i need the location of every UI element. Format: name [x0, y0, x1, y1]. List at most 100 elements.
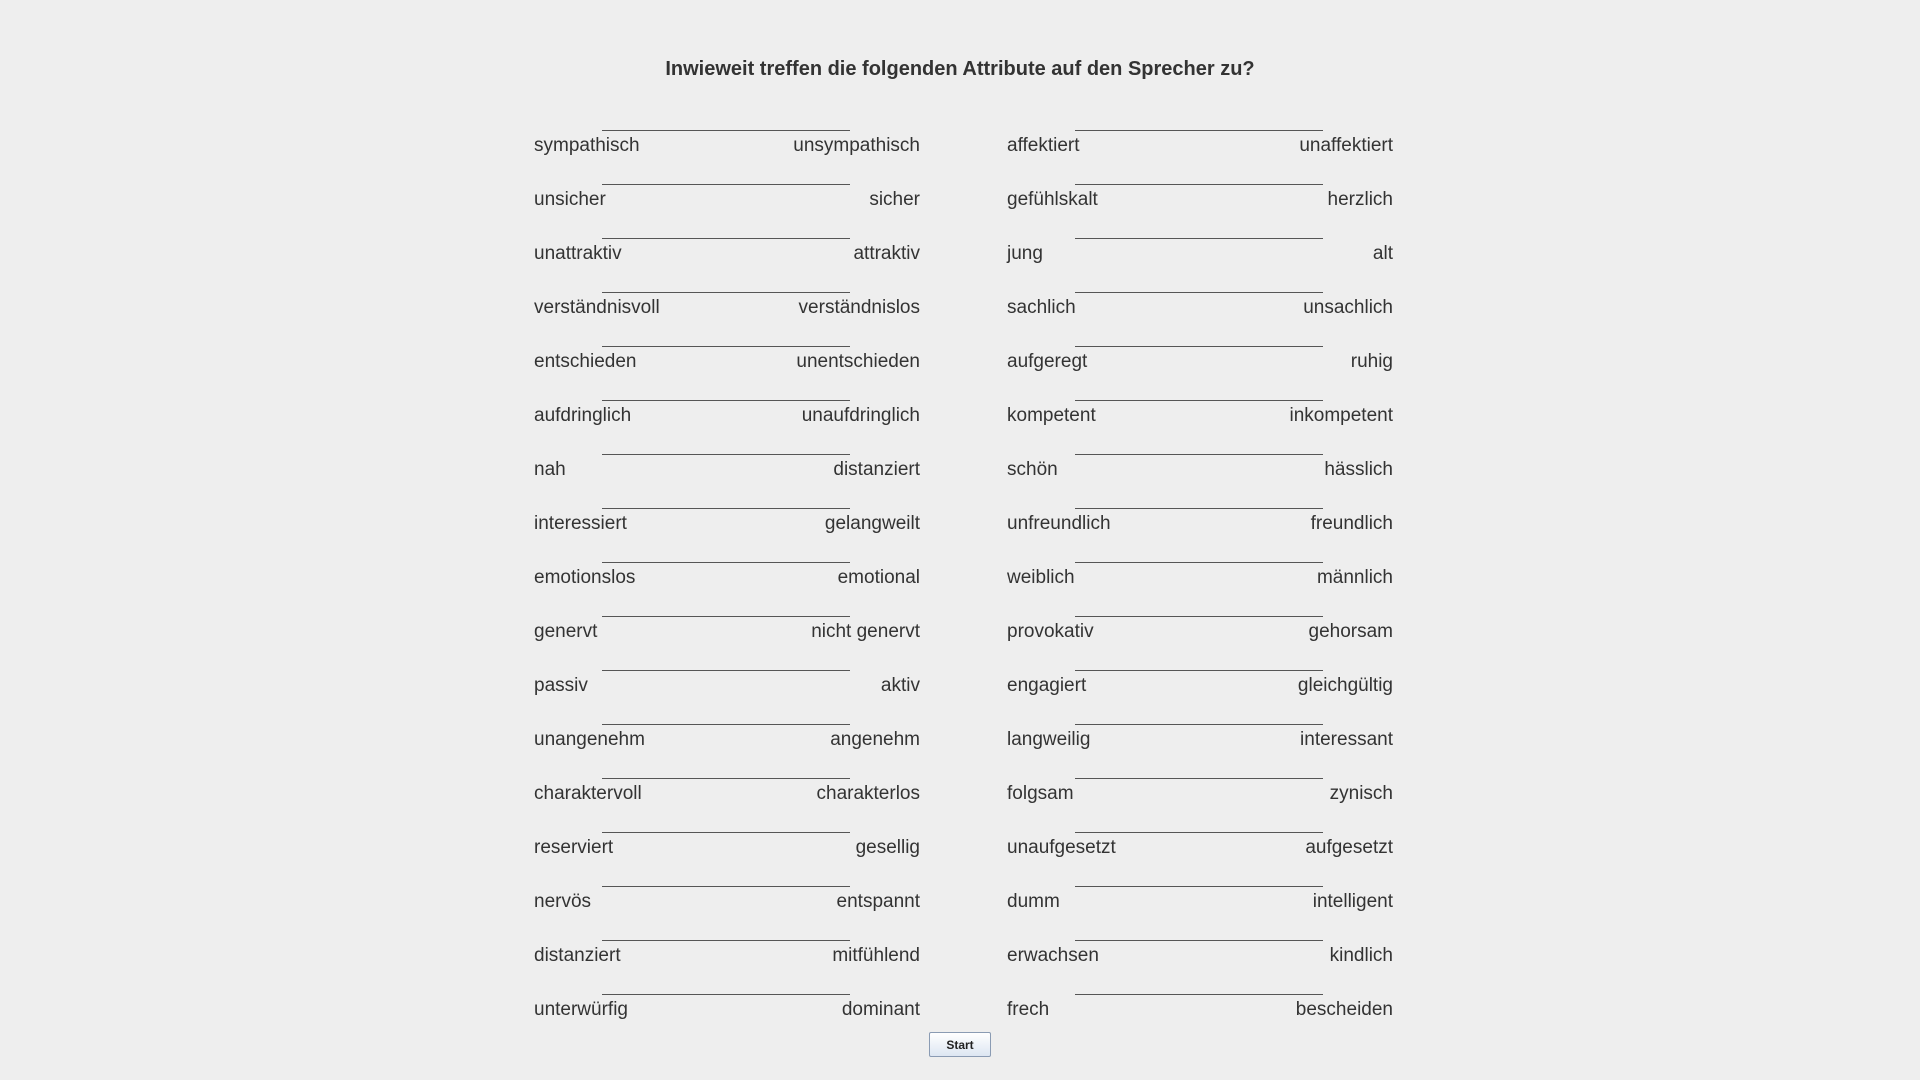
left-scale-row: nervös entspannt — [534, 886, 920, 926]
scale-left-label: folgsam — [1007, 783, 1074, 804]
left-scale-row: reserviert gesellig — [534, 832, 920, 872]
rating-scale-line[interactable] — [1075, 670, 1323, 671]
scale-right-label: verständnislos — [798, 297, 920, 318]
left-scale-row: distanziert mitfühlend — [534, 940, 920, 980]
right-scale-row: unaufgesetzt aufgesetzt — [1007, 832, 1393, 872]
rating-scale-line[interactable] — [1075, 508, 1323, 509]
scale-left-label: unterwürfig — [534, 999, 628, 1020]
rating-scale-line[interactable] — [1075, 616, 1323, 617]
scale-right-label: dominant — [841, 999, 920, 1020]
right-scale-row: folgsam zynisch — [1007, 778, 1393, 818]
scale-left-label: verständnisvoll — [534, 297, 660, 318]
rating-scale-line[interactable] — [602, 616, 850, 617]
rating-scale-line[interactable] — [602, 778, 850, 779]
scale-left-label: nah — [534, 459, 566, 480]
scale-right-label: sicher — [869, 189, 920, 210]
scale-right-label: unaffektiert — [1299, 135, 1393, 156]
scale-right-label: bescheiden — [1295, 999, 1393, 1020]
scale-right-label: interessant — [1300, 729, 1393, 750]
rating-scale-line[interactable] — [1075, 400, 1323, 401]
scale-left-label: dumm — [1007, 891, 1060, 912]
rating-scale-line[interactable] — [602, 940, 850, 941]
scale-left-label: gefühlskalt — [1007, 189, 1098, 210]
left-scale-row: aufdringlich unaufdringlich — [534, 400, 920, 440]
right-scale-row: dumm intelligent — [1007, 886, 1393, 926]
left-scale-row: entschieden unentschieden — [534, 346, 920, 386]
scale-right-label: charakterlos — [816, 783, 921, 804]
scale-left-label: unattraktiv — [534, 243, 622, 264]
scale-right-label: unaufdringlich — [801, 405, 920, 426]
scale-left-label: entschieden — [534, 351, 637, 372]
start-button[interactable]: Start — [929, 1032, 991, 1057]
left-scale-row: charaktervoll charakterlos — [534, 778, 920, 818]
scale-left-label: unsicher — [534, 189, 606, 210]
scale-left-label: kompetent — [1007, 405, 1096, 426]
rating-scale-line[interactable] — [1075, 940, 1323, 941]
rating-scale-line[interactable] — [602, 346, 850, 347]
scale-right-label: hässlich — [1324, 459, 1393, 480]
left-scale-row: unattraktiv attraktiv — [534, 238, 920, 278]
rating-scale-line[interactable] — [1075, 562, 1323, 563]
scale-left-label: aufdringlich — [534, 405, 632, 426]
rating-scale-line[interactable] — [1075, 994, 1323, 995]
rating-scale-line[interactable] — [602, 184, 850, 185]
rating-scale-line[interactable] — [602, 400, 850, 401]
scale-right-label: aufgesetzt — [1305, 837, 1393, 858]
rating-scale-line[interactable] — [1075, 346, 1323, 347]
rating-scale-line[interactable] — [602, 562, 850, 563]
questionnaire-window: Inwieweit treffen die folgenden Attribut… — [0, 0, 1920, 1080]
rating-scale-line[interactable] — [1075, 454, 1323, 455]
scale-left-label: erwachsen — [1007, 945, 1099, 966]
rating-scale-line[interactable] — [1075, 832, 1323, 833]
rating-scale-line[interactable] — [602, 994, 850, 995]
rating-scale-line[interactable] — [602, 886, 850, 887]
left-scale-row: interessiert gelangweilt — [534, 508, 920, 548]
right-scale-row: jung alt — [1007, 238, 1393, 278]
rating-scale-line[interactable] — [602, 238, 850, 239]
scale-left-label: nervös — [534, 891, 592, 912]
scale-right-label: gleichgültig — [1297, 675, 1393, 696]
rating-scale-line[interactable] — [1075, 238, 1323, 239]
rating-scale-line[interactable] — [602, 130, 850, 131]
scale-left-label: charaktervoll — [534, 783, 642, 804]
rating-scale-line[interactable] — [1075, 292, 1323, 293]
scale-right-label: freundlich — [1310, 513, 1393, 534]
scale-right-label: gelangweilt — [824, 513, 920, 534]
rating-scale-line[interactable] — [1075, 778, 1323, 779]
scale-left-label: interessiert — [534, 513, 627, 534]
rating-scale-line[interactable] — [602, 670, 850, 671]
scale-right-label: mitfühlend — [832, 945, 920, 966]
rating-scale-line[interactable] — [602, 508, 850, 509]
right-scale-row: engagiert gleichgültig — [1007, 670, 1393, 710]
scale-left-label: aufgeregt — [1007, 351, 1088, 372]
scale-right-label: unentschieden — [796, 351, 920, 372]
scale-right-label: herzlich — [1327, 189, 1393, 210]
left-scale-row: unterwürfig dominant — [534, 994, 920, 1034]
left-scale-row: passiv aktiv — [534, 670, 920, 710]
left-scale-row: nah distanziert — [534, 454, 920, 494]
rating-scale-line[interactable] — [602, 292, 850, 293]
rating-scale-line[interactable] — [1075, 724, 1323, 725]
rating-scale-line[interactable] — [1075, 886, 1323, 887]
scale-right-label: kindlich — [1329, 945, 1393, 966]
left-scale-row: genervt nicht genervt — [534, 616, 920, 656]
rating-scale-line[interactable] — [602, 724, 850, 725]
rating-scale-line[interactable] — [1075, 184, 1323, 185]
right-scale-row: sachlich unsachlich — [1007, 292, 1393, 332]
scale-left-label: jung — [1007, 243, 1043, 264]
scale-right-label: distanziert — [833, 459, 920, 480]
scale-left-label: distanziert — [534, 945, 621, 966]
rating-scale-line[interactable] — [1075, 130, 1323, 131]
scale-right-label: attraktiv — [853, 243, 920, 264]
scale-right-label: unsympathisch — [793, 135, 920, 156]
scale-left-label: unangenehm — [534, 729, 645, 750]
rating-scale-line[interactable] — [602, 454, 850, 455]
scale-right-label: inkompetent — [1289, 405, 1393, 426]
scale-left-label: sympathisch — [534, 135, 640, 156]
scale-right-label: entspannt — [836, 891, 920, 912]
scale-right-label: nicht genervt — [811, 621, 920, 642]
right-scale-row: langweilig interessant — [1007, 724, 1393, 764]
scale-left-label: unaufgesetzt — [1007, 837, 1116, 858]
scale-right-label: alt — [1372, 243, 1393, 264]
rating-scale-line[interactable] — [602, 832, 850, 833]
